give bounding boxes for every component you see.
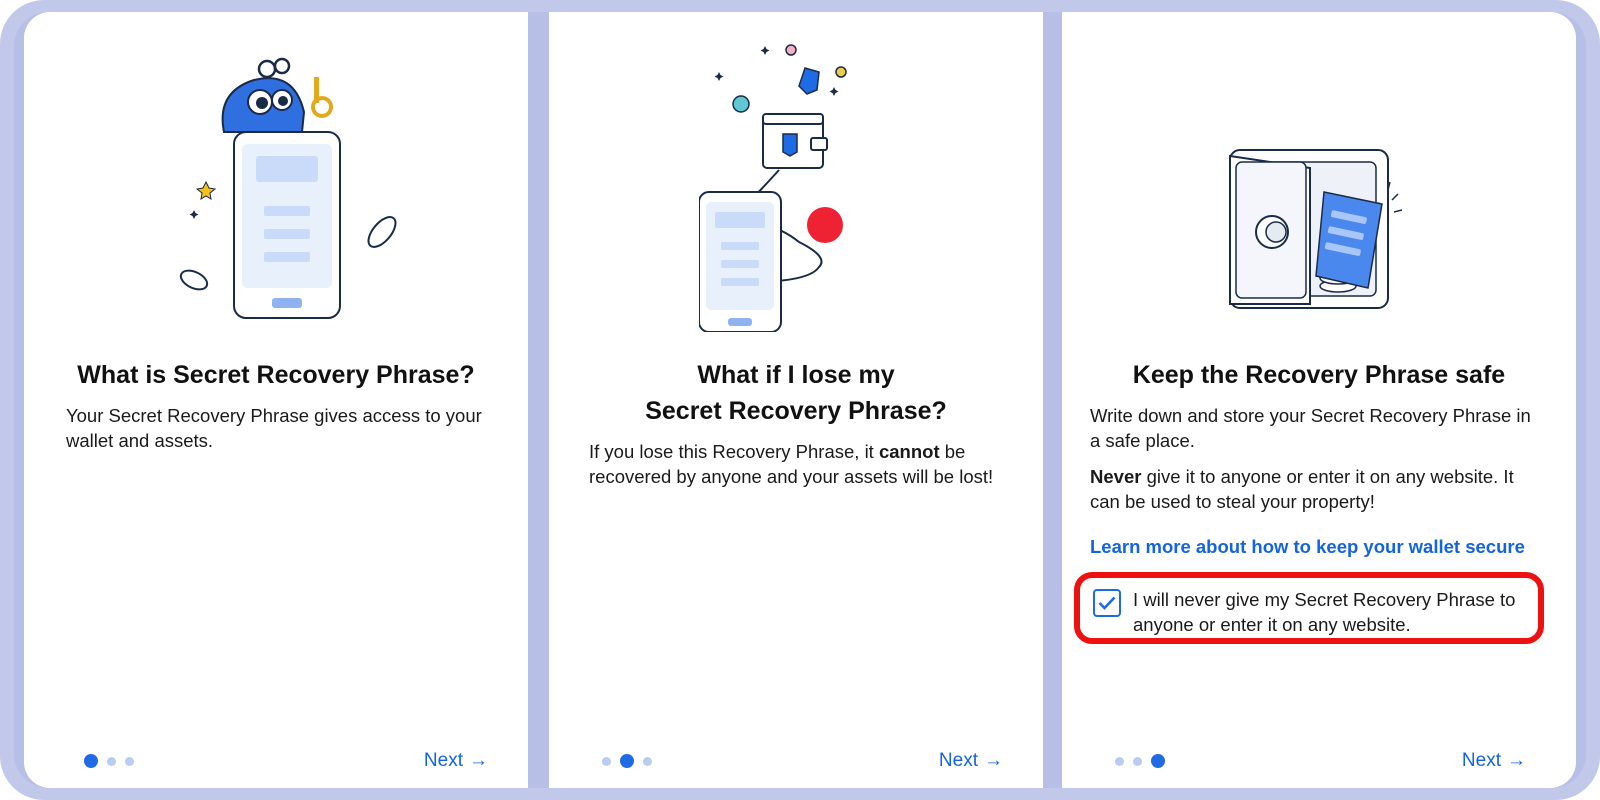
step-title-line2: Secret Recovery Phrase?: [645, 397, 947, 425]
step-dot-active: [1151, 754, 1165, 768]
learn-more-link[interactable]: Learn more about how to keep your wallet…: [1090, 536, 1525, 558]
next-label: Next: [1461, 750, 1501, 771]
step-description: Write down and store your Secret Recover…: [1090, 405, 1531, 451]
step-description: If you lose this Recovery Phrase, it can…: [589, 439, 1029, 489]
next-button[interactable]: Next →: [939, 750, 1003, 772]
step-indicator: [602, 754, 652, 768]
next-label: Next: [938, 750, 978, 771]
step-panel-what-is: What is Secret Recovery Phrase? Your Sec…: [24, 12, 528, 788]
step-warning: Never give it to anyone or enter it on a…: [1090, 464, 1540, 514]
next-button[interactable]: Next →: [1462, 750, 1526, 772]
onboarding-frame: What is Secret Recovery Phrase? Your Sec…: [0, 0, 1600, 800]
checkmark-icon: [1098, 596, 1116, 610]
arrow-right-icon: →: [469, 750, 488, 771]
confirmation-checkbox[interactable]: [1093, 589, 1121, 617]
step-dot: [107, 756, 116, 766]
step-warning-emphasis: Never: [1090, 466, 1142, 487]
step-panel-keep-safe: Keep the Recovery Phrase safe Write down…: [1062, 12, 1576, 788]
safe-vault-illustration: [1229, 149, 1403, 309]
step-warning-rest: give it to anyone or enter it on any web…: [1090, 466, 1514, 512]
confirmation-checkbox-label: I will never give my Secret Recovery Phr…: [1133, 589, 1516, 635]
phone-mascot-illustration: [179, 57, 397, 319]
step-description: Your Secret Recovery Phrase gives access…: [66, 405, 482, 451]
step-title: What is Secret Recovery Phrase?: [77, 361, 475, 389]
next-label: Next: [423, 750, 463, 771]
step-dot-active: [620, 754, 634, 768]
step-dot: [602, 756, 611, 766]
step-description-emphasis: cannot: [878, 441, 940, 462]
step-dot: [643, 756, 652, 766]
confirmation-checkbox-row[interactable]: I will never give my Secret Recovery Phr…: [1074, 572, 1544, 644]
step-title: What if I lose my Secret Recovery Phrase…: [549, 357, 1043, 429]
step-title: Keep the Recovery Phrase safe: [1132, 361, 1506, 389]
next-button[interactable]: Next →: [424, 750, 488, 772]
arrow-right-icon: →: [1507, 750, 1526, 771]
step-dot: [125, 756, 134, 766]
step-title-line1: What if I lose my: [697, 361, 895, 389]
onboarding-panels: What is Secret Recovery Phrase? Your Sec…: [14, 12, 1586, 788]
phone-wallet-illustration: [699, 44, 847, 332]
step-indicator: [84, 754, 134, 768]
step-dot-active: [84, 754, 98, 768]
arrow-right-icon: →: [984, 750, 1003, 771]
step-indicator: [1115, 754, 1165, 768]
step-panel-lose-phrase: What if I lose my Secret Recovery Phrase…: [549, 12, 1043, 788]
step-description-part1: If you lose this Recovery Phrase, it: [589, 441, 879, 462]
step-dot: [1133, 756, 1142, 766]
step-dot: [1115, 756, 1124, 766]
